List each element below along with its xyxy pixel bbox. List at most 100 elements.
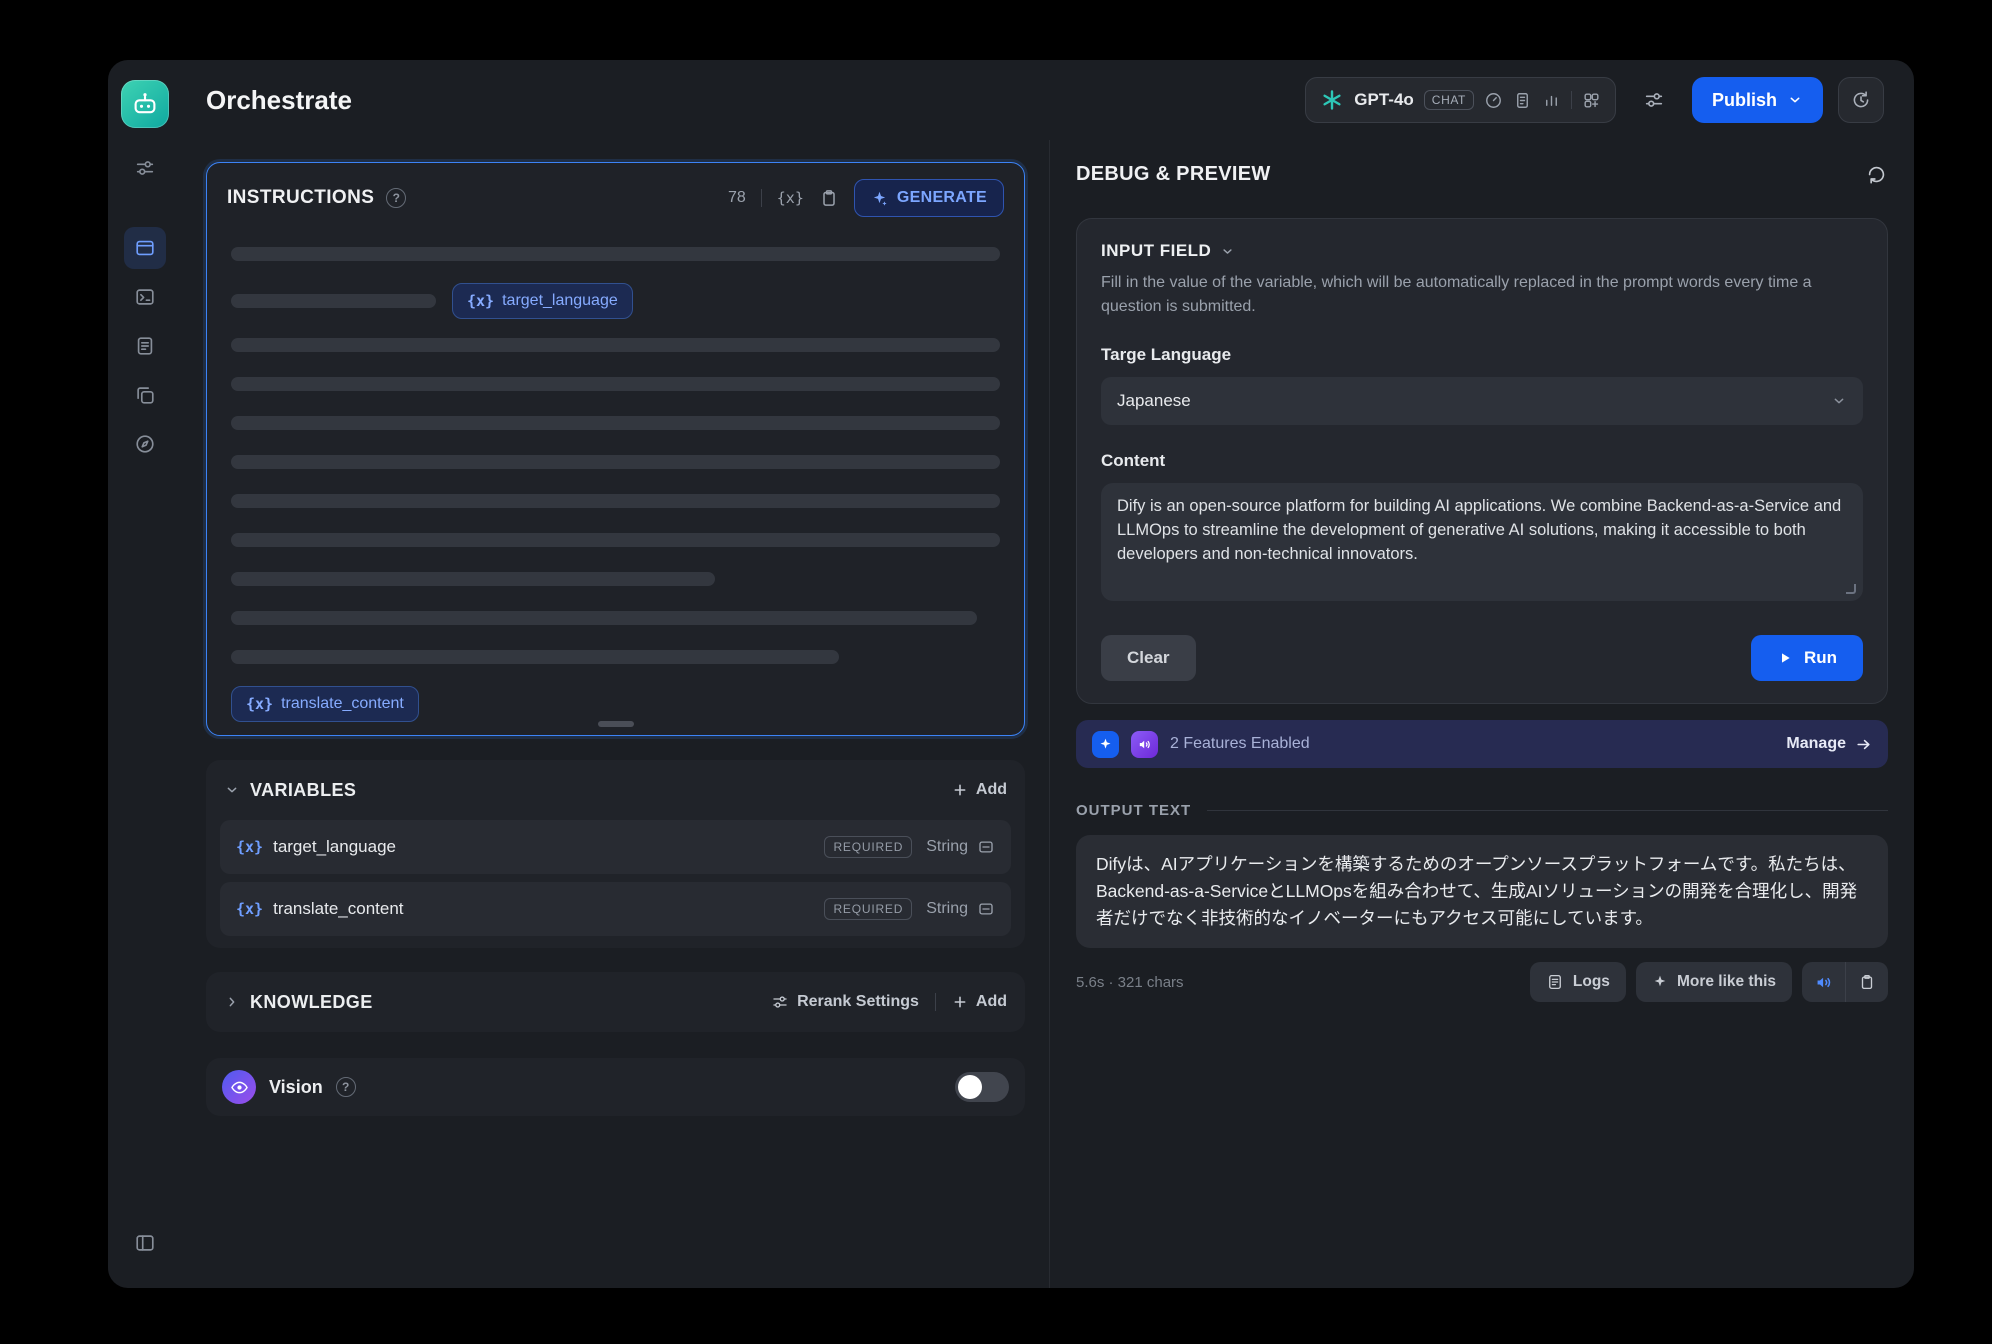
skeleton-chip-line: {x} translate_content	[231, 686, 1000, 722]
sidebar-item-explore[interactable]	[124, 423, 166, 465]
chevron-right-icon	[224, 994, 240, 1010]
logs-icon	[1546, 973, 1564, 991]
plus-icon	[952, 782, 968, 798]
sliders-icon	[1643, 89, 1665, 111]
sidebar-item-orchestrate[interactable]	[124, 227, 166, 269]
clipboard-icon	[819, 188, 839, 208]
resize-corner-icon[interactable]	[1846, 584, 1856, 594]
topbar-actions: GPT-4o CHAT	[1305, 77, 1884, 123]
divider	[935, 993, 936, 1011]
instructions-skeleton[interactable]: {x} target_language	[207, 225, 1024, 741]
skeleton-chip-line: {x} target_language	[231, 283, 1000, 319]
widgets-icon	[1582, 91, 1601, 110]
variable-row[interactable]: {x} target_language REQUIRED String	[220, 820, 1011, 874]
content-label: Content	[1101, 451, 1863, 471]
skeleton-line	[231, 294, 436, 308]
speaker-button[interactable]	[1802, 962, 1845, 1002]
variable-name: translate_content	[273, 899, 403, 919]
history-button[interactable]	[1838, 77, 1884, 123]
logs-button[interactable]: Logs	[1530, 962, 1626, 1002]
variables-header[interactable]: VARIABLES Add	[220, 768, 1011, 812]
chevron-down-icon	[1831, 393, 1847, 409]
model-selector[interactable]: GPT-4o CHAT	[1305, 77, 1616, 123]
skeleton-line	[231, 650, 839, 664]
target-language-label: Targe Language	[1101, 345, 1863, 365]
manage-features-button[interactable]: Manage	[1786, 735, 1872, 753]
copy-output-button[interactable]	[1845, 962, 1888, 1002]
panel-left-icon	[134, 1232, 156, 1254]
variable-type: String	[926, 900, 995, 918]
string-type-icon[interactable]	[977, 838, 995, 856]
tts-feature-icon	[1131, 731, 1158, 758]
debug-title: DEBUG & PREVIEW	[1076, 163, 1271, 186]
skeleton-line	[231, 338, 1000, 352]
generate-button[interactable]: GENERATE	[854, 179, 1004, 217]
debug-preview-panel: DEBUG & PREVIEW INPUT FIELD	[1050, 140, 1914, 1288]
knowledge-section: KNOWLEDGE Rerank Settings	[206, 972, 1025, 1032]
add-knowledge-button[interactable]: Add	[952, 993, 1007, 1011]
more-like-this-button[interactable]: More like this	[1636, 962, 1792, 1002]
input-field-header[interactable]: INPUT FIELD	[1101, 241, 1863, 261]
content-textarea[interactable]: Dify is an open-source platform for buil…	[1101, 483, 1863, 601]
rerank-settings-button[interactable]: Rerank Settings	[771, 993, 919, 1011]
restart-button[interactable]	[1865, 163, 1888, 186]
variables-section: VARIABLES Add	[206, 760, 1025, 948]
instructions-toolbar: 78 {x}	[728, 179, 1004, 217]
clipboard-icon	[1858, 973, 1876, 991]
toggle-knob	[958, 1075, 982, 1099]
required-badge: REQUIRED	[824, 898, 912, 920]
insert-variable-button[interactable]: {x}	[777, 189, 804, 207]
sidebar-item-annotation[interactable]	[124, 374, 166, 416]
orchestrate-panel: INSTRUCTIONS ? 78 {x}	[182, 140, 1050, 1288]
app-logo[interactable]	[121, 80, 169, 128]
skeleton-line	[231, 377, 1000, 391]
skeleton-line	[231, 572, 715, 586]
sidebar-item-settings[interactable]	[124, 147, 166, 189]
sidebar-collapse-button[interactable]	[124, 1222, 166, 1264]
skeleton-line	[231, 416, 1000, 430]
sidebar-item-logs[interactable]	[124, 325, 166, 367]
variable-chip-target-language[interactable]: {x} target_language	[452, 283, 633, 319]
variable-chip-translate-content[interactable]: {x} translate_content	[231, 686, 419, 722]
chevron-down-icon	[1787, 92, 1803, 108]
output-title: OUTPUT TEXT	[1076, 802, 1191, 819]
help-icon[interactable]: ?	[386, 188, 406, 208]
model-params-button[interactable]	[1631, 77, 1677, 123]
skeleton-line	[231, 494, 1000, 508]
sidebar-item-terminal[interactable]	[124, 276, 166, 318]
clear-button[interactable]: Clear	[1101, 635, 1196, 681]
vision-toggle[interactable]	[955, 1072, 1009, 1102]
generate-label: GENERATE	[897, 189, 987, 207]
required-badge: REQUIRED	[824, 836, 912, 858]
main-area: Orchestrate GPT-4o CHAT	[182, 60, 1914, 1288]
annotation-icon	[134, 384, 156, 406]
gauge-icon	[1484, 91, 1503, 110]
copy-prompt-button[interactable]	[819, 188, 839, 208]
publish-button[interactable]: Publish	[1692, 77, 1823, 123]
instructions-title: INSTRUCTIONS	[227, 187, 374, 209]
string-type-icon[interactable]	[977, 900, 995, 918]
divider	[1571, 91, 1572, 109]
input-field-description: Fill in the value of the variable, which…	[1101, 271, 1863, 319]
resize-handle[interactable]	[598, 721, 634, 727]
variable-type: String	[926, 838, 995, 856]
instructions-card: INSTRUCTIONS ? 78 {x}	[206, 162, 1025, 736]
variable-name: target_language	[273, 837, 396, 857]
run-button[interactable]: Run	[1751, 635, 1863, 681]
variable-row[interactable]: {x} translate_content REQUIRED String	[220, 882, 1011, 936]
knowledge-header[interactable]: KNOWLEDGE Rerank Settings	[220, 980, 1011, 1024]
knowledge-title: KNOWLEDGE	[250, 992, 373, 1013]
output-text: Difyは、AIアプリケーションを構築するためのオープンソースプラットフォームで…	[1076, 835, 1888, 948]
terminal-icon	[134, 286, 156, 308]
output-utility-group	[1802, 962, 1888, 1002]
input-field-title: INPUT FIELD	[1101, 241, 1211, 261]
openai-logo-icon	[1320, 88, 1344, 112]
help-icon[interactable]: ?	[336, 1077, 356, 1097]
divider	[1207, 810, 1888, 811]
model-name: GPT-4o	[1354, 90, 1414, 110]
input-field-card: INPUT FIELD Fill in the value of the var…	[1076, 218, 1888, 704]
history-clock-icon	[1850, 89, 1872, 111]
debug-header: DEBUG & PREVIEW	[1076, 140, 1888, 202]
add-variable-button[interactable]: Add	[952, 781, 1007, 799]
target-language-select[interactable]: Japanese	[1101, 377, 1863, 425]
